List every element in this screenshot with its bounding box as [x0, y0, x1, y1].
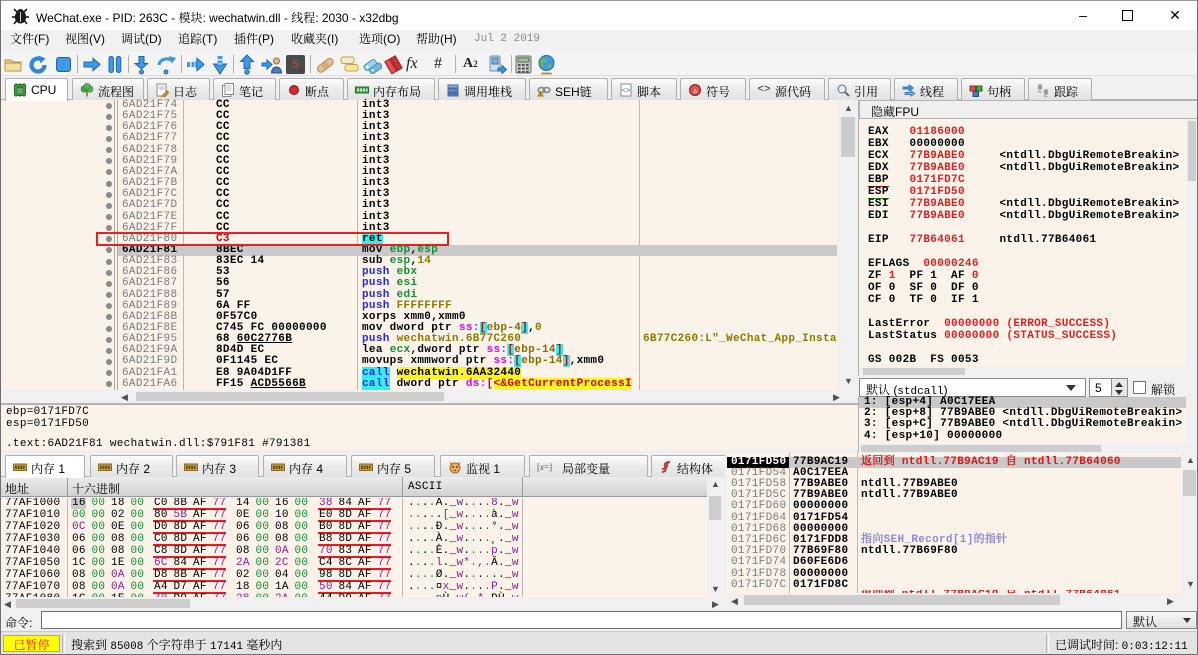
svg-text:<>: <> — [622, 88, 630, 96]
svg-text:!: ! — [540, 92, 541, 97]
svg-text:a: a — [693, 86, 697, 95]
svg-text:32: 32 — [17, 88, 23, 94]
